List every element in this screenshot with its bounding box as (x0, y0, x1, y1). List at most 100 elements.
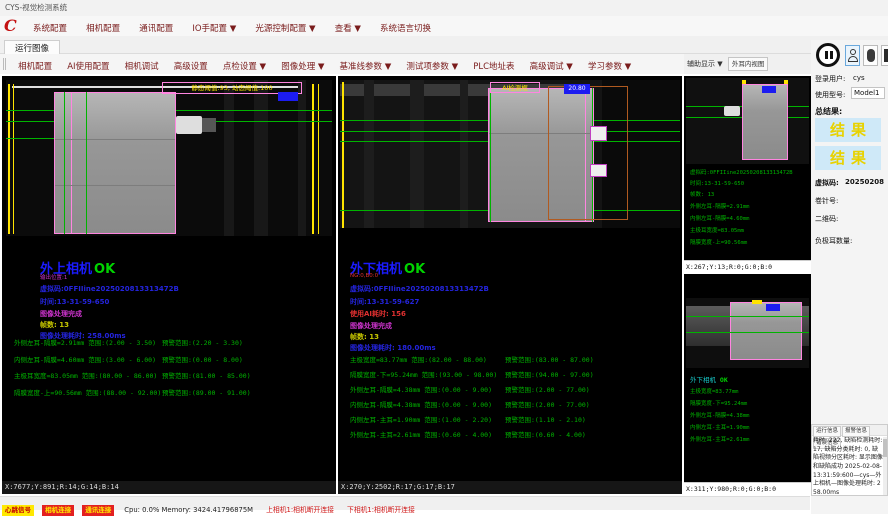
mid-done: 图像处理完成 (350, 321, 392, 331)
log-text[interactable]: 耗时: 222, 缺陷检测耗时: 17, 缺陷分类耗时: 0, 缺陷视频分区耗时… (813, 437, 883, 495)
cell-block-thumb1 (742, 84, 788, 160)
measure-row: 隔膜宽度-下=95.24mm 范围:(93.00 - 98.00)预警范围:(9… (350, 369, 497, 379)
thumb1-line: 虚拟码:0FFIIine2025020813313472B (690, 168, 793, 176)
thumb1-line: 帧数: 13 (690, 190, 714, 198)
thumb1-line: 时间:13-31-59-650 (690, 179, 744, 187)
tool-advanced-setting[interactable]: 高级设置 (169, 57, 213, 77)
pause-button[interactable] (816, 43, 840, 67)
user-login-button[interactable] (845, 45, 860, 66)
total-result-label: 总结果: (815, 106, 842, 117)
left-camera-panel[interactable]: 静态阈值:93, 动态阈值:100 外上相机OK 输出位置:1 虚拟码:0FFI… (2, 76, 336, 494)
aux-tab-outer-view[interactable]: 外耳内视图 (728, 57, 769, 71)
neg-tab-count-label: 负极耳数量: (815, 236, 852, 246)
aux-bottom-cursor-status: X:311;Y:980;R:0;G:0;B:0 (684, 482, 811, 494)
mid-elapsed: 图像处理耗时: 180.00ms (350, 343, 436, 353)
thumb2-line: 主极宽度=83.77mm (690, 387, 739, 395)
mid-camera-ok-badge: OK (404, 262, 425, 277)
ai-box-label: AI检测框 (490, 82, 540, 93)
model-label: 使用型号: (815, 90, 845, 100)
tool-spot-check[interactable]: 点检设置 ▼ (218, 57, 271, 77)
left-cursor-status: X:7677;Y:891;R:14;G:14;B:14 (2, 481, 336, 494)
aux-display-row: 辅助显示 ▼ 外耳内视图 极耳内视图 (684, 54, 811, 74)
log-scrollbar[interactable] (883, 437, 887, 495)
left-blue-marker (278, 92, 298, 101)
tool-plc-table[interactable]: PLC地址表 (468, 57, 519, 77)
app-logo-icon: C (4, 17, 20, 35)
user-icon (850, 49, 856, 55)
tool-learn-params[interactable]: 学习参数 ▼ (583, 57, 636, 77)
tool-baseline-params[interactable]: 基准线参数 ▼ (335, 57, 397, 77)
thumb1-line: 隔膜宽度-上=90.56mm (690, 238, 747, 246)
comm-conn-badge: 通讯连接 (82, 505, 114, 516)
result-box-2: 结果 (815, 146, 881, 170)
tool-camera-config[interactable]: 相机配置 (13, 57, 57, 77)
mid-barcode: 虚拟码:0FFIIine2025020813313472B (350, 284, 489, 294)
measure-row: 隔膜宽度-上=90.56mm 范围:(88.00 - 92.00)预警范围:(8… (14, 387, 161, 397)
tool-test-params[interactable]: 测试项参数 ▼ (401, 57, 463, 77)
right-control-panel: 登录用户: cys 使用型号: Model1 总结果: 结果 结果 虚拟码: 2… (811, 40, 888, 514)
left-barcode: 虚拟码:0FFIIine2025020813313472B (40, 284, 179, 294)
exit-button[interactable] (881, 45, 888, 66)
qr-label: 二维码: (815, 214, 838, 224)
thumb1-line: 外侧左耳-隔膜=2.91mm (690, 202, 750, 210)
mid-camera-panel[interactable]: AI检测框 20.80 外下相机OK NG:0,B0:0 虚拟码:0FFIIin… (338, 76, 682, 494)
measure-row: 外侧左耳-隔膜=2.91mm 范围:(2.00 - 3.50)预警范围:(2.2… (14, 337, 156, 347)
log-tab-alarm[interactable]: 报警信息 (842, 426, 870, 437)
menu-items: 系统配置 相机配置 通讯配置 IO手配置 ▼ 光源控制配置 ▼ 查看 ▼ 系统语… (26, 16, 438, 36)
measure-row: 外侧左耳-主耳=2.61mm 范围:(0.60 - 4.00)预警范围:(0.6… (350, 429, 492, 439)
tab-connector (176, 116, 202, 134)
measure-row: 主极耳宽度=83.05mm 范围:(80.00 - 86.00)预警范围:(81… (14, 370, 157, 380)
lower-camera-status: 下相机1:相机断开连接 (347, 504, 415, 517)
tool-ai-config[interactable]: AI使用配置 (62, 57, 114, 77)
user-manage-button[interactable] (863, 45, 878, 66)
threshold-overlay-text: 静态阈值:93, 动态阈值:100 (191, 84, 272, 92)
heartbeat-badge: 心跳信号 (2, 505, 34, 516)
aux-view-bottom[interactable]: 外下相机 OK 主极宽度=83.77mm 隔膜宽度-下=95.24mm 外侧左耳… (684, 274, 811, 494)
thumb1-line: 内侧左耳-隔膜=4.60mm (690, 214, 750, 222)
left-camera-ok-badge: OK (94, 262, 115, 277)
cell-block-left (54, 92, 176, 234)
camera-conn-badge: 相机连接 (42, 505, 74, 516)
vcode-value: 20250208 (845, 178, 884, 186)
tool-advanced-debug[interactable]: 高级调试 ▼ (525, 57, 578, 77)
thumb2-line: 内侧左耳-主耳=1.90mm (690, 423, 750, 431)
left-camera-sub: 输出位置:1 (40, 273, 67, 281)
mid-frames: 帧数: 13 (350, 332, 379, 342)
measure-row: 外侧左耳-隔膜=4.38mm 范围:(0.00 - 9.00)预警范围:(2.0… (350, 384, 492, 394)
user-value: cys (853, 74, 865, 82)
log-box: 运行信息报警信息错误信息 耗时: 222, 缺陷检测耗时: 17, 缺陷分类耗时… (811, 424, 888, 496)
pin-label: 卷针号: (815, 196, 838, 206)
mid-time: 时间:13-31-59-627 (350, 297, 419, 307)
mid-ai-time: 使用AI耗时: 156 (350, 309, 406, 319)
status-bar: 心跳信号 相机连接 通讯连接 Cpu: 0.0% Memory: 3424.41… (0, 496, 810, 510)
aux-top-image (686, 78, 809, 164)
toolbar: 相机配置 AI使用配置 相机调试 高级设置 点检设置 ▼ 图像处理 ▼ 基准线参… (0, 54, 684, 74)
log-tab-run[interactable]: 运行信息 (813, 426, 841, 437)
thumb2-line: 外侧左耳-主耳=2.61mm (690, 435, 750, 443)
mid-camera-sub: NG:0,B0:0 (350, 273, 378, 279)
result-box-1: 结果 (815, 118, 881, 142)
reflective-tab-1 (590, 126, 607, 141)
measure-row: 内侧左耳-主耳=1.90mm 范围:(1.00 - 2.20)预警范围:(1.1… (350, 414, 492, 424)
model-input[interactable]: Model1 (851, 87, 885, 99)
ai-score-label: 20.80 (564, 84, 590, 94)
thumb2-title: 外下相机 OK (690, 374, 728, 384)
avatar-icon (867, 49, 875, 62)
mid-cursor-status: X:270;Y:2502;R:17;G:17;B:17 (338, 481, 682, 494)
left-done: 图像处理完成 (40, 309, 82, 319)
thumb2-line: 隔膜宽度-下=95.24mm (690, 399, 747, 407)
aux-display-dropdown[interactable]: 辅助显示 ▼ (684, 54, 726, 74)
tab-strip: 运行图像 (0, 36, 888, 54)
window-titlebar: CYS-视觉检测系统 (0, 0, 888, 16)
tool-camera-debug[interactable]: 相机调试 (120, 57, 164, 77)
measure-row: 主极宽度=83.77mm 范围:(82.00 - 88.00)预警范围:(83.… (350, 354, 487, 364)
measure-row: 内侧左耳-隔膜=4.38mm 范围:(0.00 - 9.00)预警范围:(2.0… (350, 399, 492, 409)
aux-view-top[interactable]: 虚拟码:0FFIIine2025020813313472B 时间:13-31-5… (684, 76, 811, 272)
left-camera-image: 静态阈值:93, 动态阈值:100 (6, 80, 332, 236)
measure-row: 内侧左耳-隔膜=4.60mm 范围:(3.00 - 6.00)预警范围:(0.0… (14, 354, 156, 364)
left-time: 时间:13-31-59-650 (40, 297, 109, 307)
left-frames: 帧数: 13 (40, 320, 69, 330)
log-tabs: 运行信息报警信息错误信息 (812, 425, 887, 436)
reflective-tab-2 (590, 164, 607, 177)
tool-image-process[interactable]: 图像处理 ▼ (276, 57, 329, 77)
